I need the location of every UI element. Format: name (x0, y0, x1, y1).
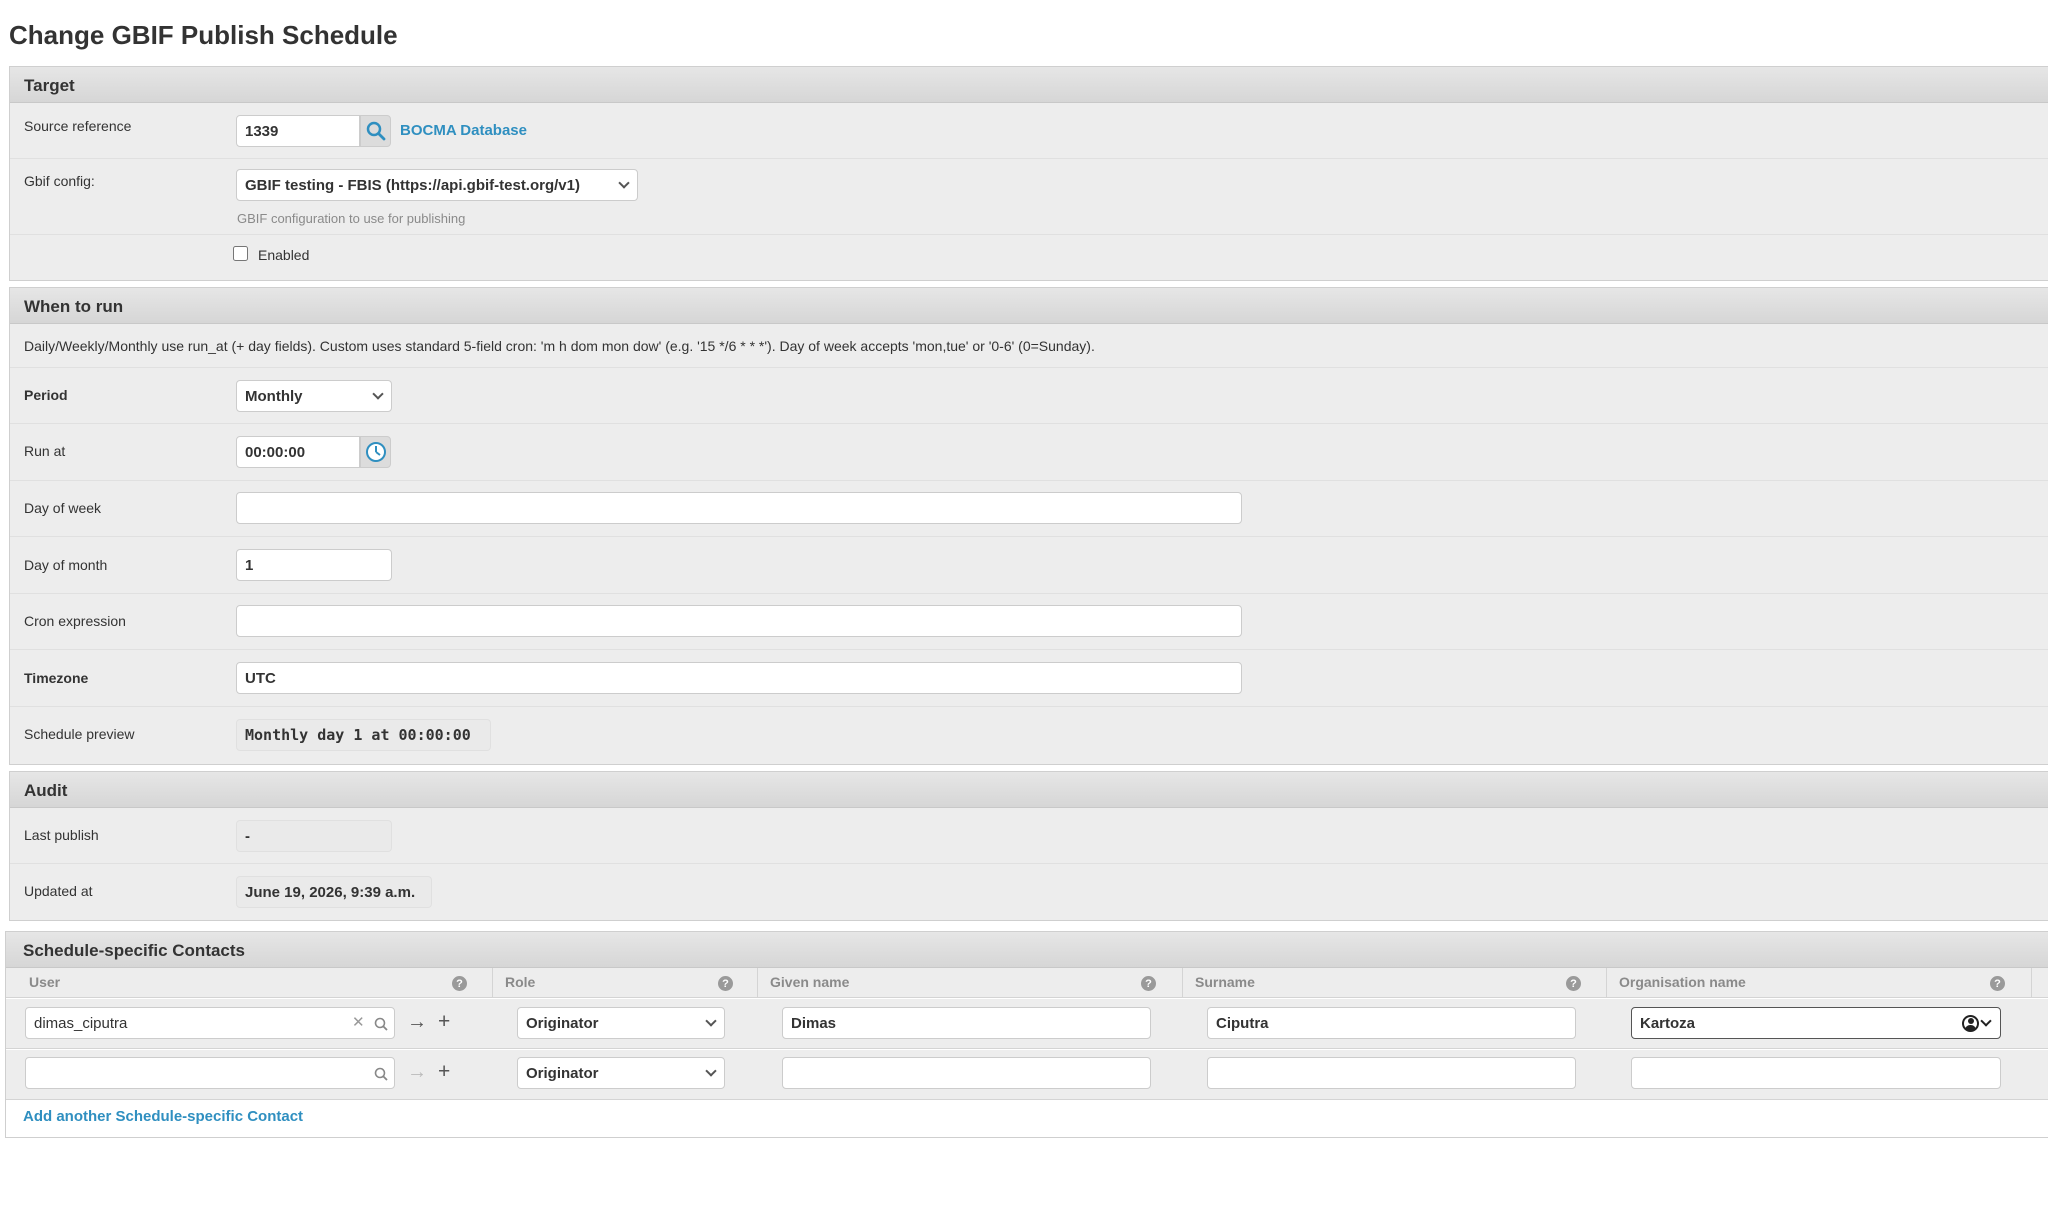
table-row: → + Originator (6, 1050, 2048, 1100)
cron-expression-input[interactable] (236, 605, 1242, 637)
audit-header: Audit (10, 772, 2048, 808)
source-reference-label: Source reference (24, 118, 132, 134)
contacts-inline-group: Schedule-specific Contacts User ? Role ?… (5, 931, 2048, 1138)
role-select[interactable]: Originator (517, 1007, 725, 1039)
gbif-config-label: Gbif config: (24, 173, 95, 189)
user-value: dimas_ciputra (34, 1014, 128, 1032)
organisation-name-input[interactable]: Kartoza (1631, 1007, 2001, 1039)
help-icon: ? (1990, 976, 2005, 991)
column-header-role: Role ? (493, 968, 758, 998)
help-icon: ? (1141, 976, 1156, 991)
enabled-label: Enabled (258, 247, 310, 263)
surname-input[interactable]: Ciputra (1207, 1007, 1576, 1039)
source-reference-lookup-button[interactable] (360, 115, 391, 147)
chevron-down-icon (618, 177, 630, 189)
source-reference-link[interactable]: BOCMA Database (400, 122, 527, 139)
timezone-label: Timezone (24, 670, 89, 686)
day-of-month-input[interactable]: 1 (236, 549, 392, 581)
day-of-month-row: Day of month 1 (10, 537, 2048, 594)
search-icon (366, 121, 385, 141)
gbif-config-select[interactable]: GBIF testing - FBIS (https://api.gbif-te… (236, 169, 638, 201)
gbif-config-selected: GBIF testing - FBIS (https://api.gbif-te… (245, 176, 580, 194)
table-row: dimas_ciputra ✕ → + Originator Dimas Cip… (6, 999, 2048, 1049)
when-to-run-header: When to run (10, 288, 2048, 324)
column-header-organisation-name: Organisation name ? (1607, 968, 2032, 998)
given-name-input[interactable] (782, 1057, 1151, 1089)
schedule-preview-label: Schedule preview (24, 726, 135, 742)
search-icon (374, 1017, 388, 1031)
run-at-label: Run at (24, 443, 66, 459)
arrow-right-icon[interactable]: → (407, 1011, 427, 1034)
help-icon: ? (452, 976, 467, 991)
cron-expression-label: Cron expression (24, 613, 126, 629)
role-selected: Originator (526, 1064, 599, 1082)
plus-icon[interactable]: + (438, 1010, 450, 1034)
period-label: Period (24, 387, 68, 403)
column-header-user: User ? (17, 968, 493, 998)
run-at-row: Run at 00:00:00 (10, 424, 2048, 481)
source-reference-input[interactable]: 1339 (236, 115, 360, 147)
updated-at-row: Updated at June 19, 2026, 9:39 a.m. (10, 864, 2048, 920)
last-publish-label: Last publish (24, 827, 99, 843)
cron-expression-row: Cron expression (10, 594, 2048, 650)
source-reference-row: Source reference 1339 BOCMA Database (10, 103, 2048, 159)
schedule-preview-row: Schedule preview Monthly day 1 at 00:00:… (10, 707, 2048, 764)
period-row: Period Monthly (10, 368, 2048, 424)
description-row: Daily/Weekly/Monthly use run_at (+ day f… (10, 324, 2048, 368)
search-icon (374, 1067, 388, 1081)
page-title: Change GBIF Publish Schedule (9, 20, 398, 50)
given-name-input[interactable]: Dimas (782, 1007, 1151, 1039)
plus-icon[interactable]: + (438, 1060, 450, 1084)
audit-fieldset: Audit Last publish - Updated at June 19,… (9, 771, 2048, 921)
user-autocomplete[interactable] (25, 1057, 395, 1089)
clear-icon[interactable]: ✕ (352, 1013, 365, 1031)
timezone-row: Timezone UTC (10, 650, 2048, 707)
last-publish-row: Last publish - (10, 808, 2048, 864)
chevron-down-icon (705, 1065, 717, 1077)
schedule-preview-value: Monthly day 1 at 00:00:00 (236, 719, 491, 751)
chevron-down-icon (705, 1015, 717, 1027)
period-selected: Monthly (245, 387, 303, 405)
gbif-config-help: GBIF configuration to use for publishing (237, 211, 466, 226)
target-header: Target (10, 67, 2048, 103)
surname-input[interactable] (1207, 1057, 1576, 1089)
add-contact-link[interactable]: Add another Schedule-specific Contact (23, 1108, 303, 1125)
run-at-clock-button[interactable] (360, 436, 391, 468)
help-icon: ? (1566, 976, 1581, 991)
timezone-input[interactable]: UTC (236, 662, 1242, 694)
day-of-month-label: Day of month (24, 557, 108, 573)
chevron-down-icon (372, 388, 384, 400)
contacts-header: Schedule-specific Contacts (6, 932, 2048, 968)
last-publish-value: - (236, 820, 392, 852)
updated-at-label: Updated at (24, 883, 93, 899)
column-header-given-name: Given name ? (758, 968, 1183, 998)
day-of-week-input[interactable] (236, 492, 1242, 524)
enabled-checkbox[interactable] (233, 246, 248, 261)
organisation-name-input[interactable] (1631, 1057, 2001, 1089)
arrow-right-icon: → (407, 1061, 427, 1083)
gbif-config-row: Gbif config: GBIF testing - FBIS (https:… (10, 159, 2048, 235)
user-circle-icon[interactable] (1962, 1015, 1979, 1032)
organisation-value: Kartoza (1640, 1014, 1696, 1032)
role-select[interactable]: Originator (517, 1057, 725, 1089)
day-of-week-row: Day of week (10, 481, 2048, 537)
user-autocomplete[interactable]: dimas_ciputra ✕ (25, 1007, 395, 1039)
when-to-run-fieldset: When to run Daily/Weekly/Monthly use run… (9, 287, 2048, 765)
run-at-input[interactable]: 00:00:00 (236, 436, 360, 468)
help-icon: ? (718, 976, 733, 991)
day-of-week-label: Day of week (24, 500, 102, 516)
updated-at-value: June 19, 2026, 9:39 a.m. (236, 876, 432, 908)
chevron-down-icon (1980, 1015, 1992, 1027)
target-fieldset: Target Source reference 1339 BOCMA Datab… (9, 66, 2048, 281)
contacts-table-header: User ? Role ? Given name ? Surname ? Org… (6, 968, 2048, 998)
column-header-surname: Surname ? (1183, 968, 1607, 998)
enabled-row: Enabled (10, 235, 2048, 280)
period-select[interactable]: Monthly (236, 380, 392, 412)
clock-icon (365, 442, 386, 462)
schedule-description: Daily/Weekly/Monthly use run_at (+ day f… (24, 338, 1095, 354)
role-selected: Originator (526, 1014, 599, 1032)
